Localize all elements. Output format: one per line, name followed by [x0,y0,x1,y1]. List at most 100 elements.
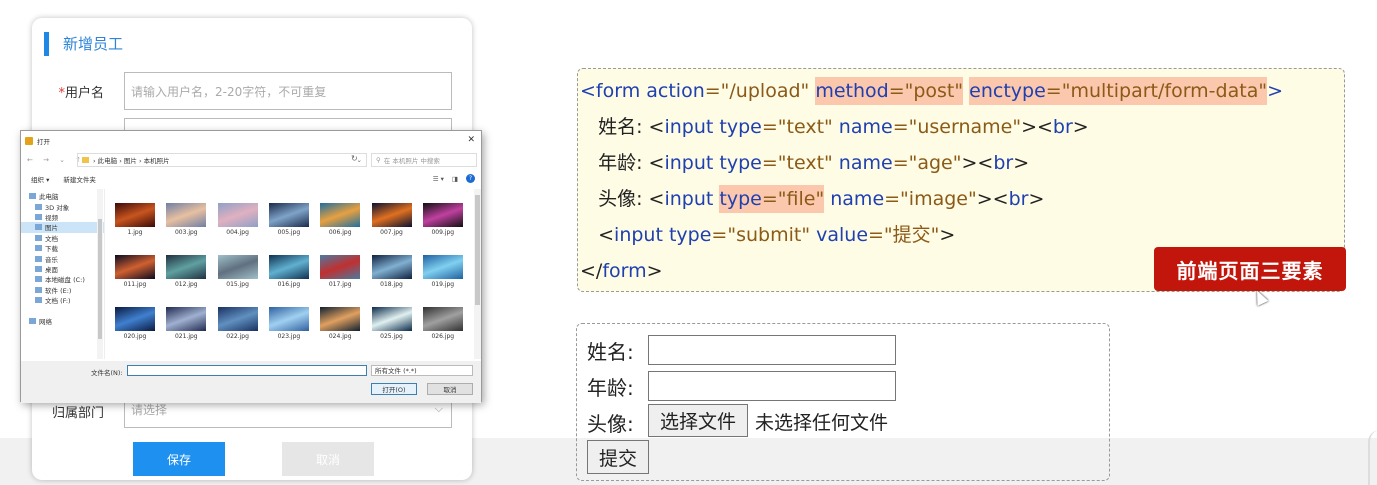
username-input[interactable]: 请输入用户名，2-20字符，不可重复 [124,72,452,110]
sidebar-item-label: 视频 [45,213,58,222]
cancel-button[interactable]: 取消 [282,442,374,476]
search-input[interactable]: ⚲ 在 本机照片 中搜索 [371,153,477,167]
code-token: name [838,152,893,174]
filename-input[interactable] [127,365,367,376]
code-token: >< [976,188,1009,210]
code-token: input [664,188,720,210]
file-thumbnail[interactable]: 009.jpg [422,203,463,236]
sidebar-item[interactable]: 桌面 [21,264,104,274]
file-thumbnail[interactable]: 018.jpg [371,255,412,288]
save-button[interactable]: 保存 [133,442,225,476]
sidebar-item[interactable]: 此电脑 [21,191,104,201]
thumbnail-image [217,255,258,279]
file-thumbnail[interactable]: 007.jpg [371,203,412,236]
file-thumbnail[interactable]: 012.jpg [166,255,207,288]
edge-decoration [1368,430,1377,485]
dialog-footer: 文件名(N): 所有文件 (*.*) 打开(O) 取消 [21,361,481,403]
file-name: 006.jpg [328,229,352,236]
sidebar-item[interactable]: 文档 (F:) [21,295,104,305]
sidebar-item[interactable]: 3D 对象 [21,201,104,212]
code-token: > [1028,188,1045,210]
code-token: ="multipart/form-data" [1045,80,1268,102]
thumbnail-image [422,307,463,331]
file-thumbnail[interactable]: 024.jpg [320,307,361,340]
open-button[interactable]: 打开(O) [371,383,417,395]
file-thumbnail[interactable]: 015.jpg [217,255,258,288]
file-thumbnail[interactable]: 003.jpg [166,203,207,236]
code-token: action [646,80,705,102]
sidebar-item[interactable]: 视频 [21,212,104,222]
file-thumbnail[interactable]: 023.jpg [268,307,309,340]
sidebar-item[interactable]: 文档 [21,233,104,243]
sidebar-scrollbar[interactable] [97,189,103,359]
folder-icon [35,265,42,272]
thumbnail-image [217,307,258,331]
file-thumbnail[interactable]: 026.jpg [422,307,463,340]
navigation-pane: 此电脑 3D 对象 视频 图片 文档 下载 音乐 桌面 本地磁盘 (C:) 软件 (E:) 文档 (… [21,189,105,359]
code-token: ="file" [761,188,825,210]
thumbnail-image [268,255,309,279]
address-box[interactable]: › 此电脑 › 图片 › 本机照片 ⌄ [77,153,367,167]
dialog-cancel-button[interactable]: 取消 [427,383,473,395]
sidebar-item-label: 桌面 [45,265,58,274]
code-token: > [1072,116,1089,138]
submit-button[interactable]: 提交 [587,440,649,474]
sidebar-item[interactable]: 下载 [21,243,104,253]
file-name: 003.jpg [174,229,198,236]
filetype-select[interactable]: 所有文件 (*.*) [371,365,473,376]
grid-scrollbar[interactable] [474,189,481,359]
code-token: </ [580,260,603,282]
help-icon[interactable]: ? [466,174,475,183]
age-input[interactable] [648,371,896,401]
file-thumbnail[interactable]: 021.jpg [166,307,207,340]
view-options-icon[interactable]: ☰ ▾ [433,175,444,183]
file-thumbnail[interactable]: 011.jpg [115,255,155,288]
code-token: input [664,152,720,174]
file-thumbnail[interactable]: 006.jpg [320,203,361,236]
file-name: 005.jpg [277,229,301,236]
file-name: 016.jpg [277,281,301,288]
thumbnail-image [320,255,361,279]
file-thumbnail[interactable]: 004.jpg [217,203,258,236]
code-token: input [614,224,669,246]
sidebar-item[interactable]: 软件 (E:) [21,285,104,295]
sidebar-scroll-thumb[interactable] [98,219,102,339]
sidebar-item[interactable]: 音乐 [21,253,104,264]
file-thumbnail[interactable]: 025.jpg [371,307,412,340]
code-token: 年龄: < [580,152,665,174]
refresh-icon[interactable]: ↻ [351,154,358,163]
name-input[interactable] [648,335,896,365]
file-thumbnail[interactable]: 020.jpg [115,307,155,340]
file-name: 012.jpg [174,281,198,288]
folder-icon [29,317,36,324]
thumbnail-image [115,255,155,279]
code-token: method [815,80,889,102]
close-icon[interactable]: ✕ [467,135,475,145]
choose-file-button[interactable]: 选择文件 [648,404,748,437]
preview-pane-icon[interactable]: ◨ [452,175,458,183]
thumbnail-image [115,203,155,227]
sidebar-item[interactable]: 网络 [21,316,104,326]
file-name: 009.jpg [431,229,455,236]
code-token: input [664,116,720,138]
card-title: 新增员工 [44,32,123,56]
file-name: 025.jpg [380,333,403,340]
organize-menu[interactable]: 组织 ▾ [31,174,49,184]
file-thumbnail[interactable]: 022.jpg [217,307,258,340]
file-thumbnail[interactable]: 017.jpg [320,255,361,288]
code-token: >< [961,152,994,174]
sidebar-item[interactable] [21,305,104,315]
file-name: 019.jpg [431,281,455,288]
file-thumbnail[interactable]: 019.jpg [422,255,463,288]
file-name: 1.jpg [127,229,143,236]
thumbnail-image [166,255,207,279]
sidebar-item[interactable]: 图片 [21,222,104,233]
grid-scroll-thumb[interactable] [475,195,480,305]
file-thumbnail[interactable]: 1.jpg [115,203,155,236]
new-folder-button[interactable]: 新建文件夹 [63,174,96,184]
thumbnail-image [115,307,155,331]
file-thumbnail[interactable]: 005.jpg [268,203,309,236]
file-thumbnail[interactable]: 016.jpg [268,255,309,288]
sidebar-item[interactable]: 本地磁盘 (C:) [21,274,104,284]
code-token: type [719,116,762,138]
